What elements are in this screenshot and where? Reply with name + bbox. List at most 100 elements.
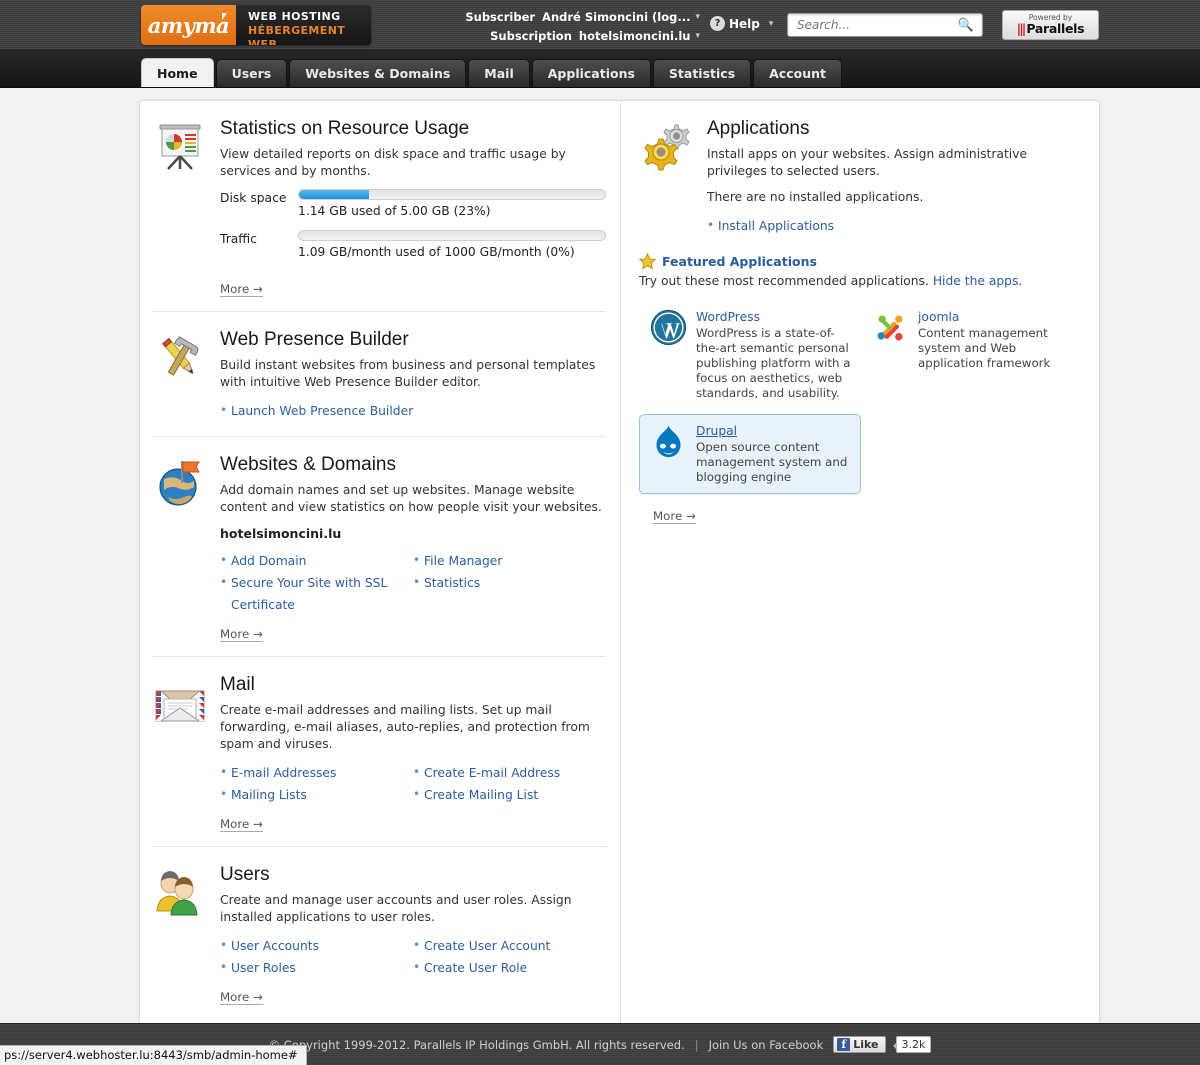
link-secure-site-ssl[interactable]: Secure Your Site with SSL Certificate: [231, 576, 387, 612]
app-card-joomla[interactable]: joomla Content management system and Web…: [861, 300, 1083, 410]
featured-subtitle-text: Try out these most recommended applicati…: [639, 274, 929, 288]
link-launch-web-presence-builder[interactable]: Launch Web Presence Builder: [231, 404, 413, 418]
more-link-mail[interactable]: More →: [220, 817, 263, 832]
app-name: joomla: [918, 309, 1074, 326]
tab-users[interactable]: Users: [215, 59, 288, 87]
list-item: Install Applications: [707, 214, 1085, 237]
more-link-statistics[interactable]: More →: [220, 282, 263, 297]
link-file-manager[interactable]: File Manager: [424, 554, 502, 568]
subscriber-value: André Simoncini (log...: [542, 10, 691, 24]
link-user-roles[interactable]: User Roles: [231, 961, 296, 975]
subscriber-row[interactable]: Subscriber André Simoncini (log... ▾: [420, 8, 700, 27]
applications-links: Install Applications: [707, 214, 1085, 237]
facebook-icon: f: [837, 1038, 851, 1051]
link-create-mailing-list[interactable]: Create Mailing List: [424, 788, 538, 802]
applications-description: Install apps on your websites. Assign ad…: [707, 147, 1028, 178]
link-wordpress[interactable]: WordPress: [696, 310, 760, 324]
app-description: WordPress is a state-of-the-art semantic…: [696, 326, 851, 400]
globe-flag-icon: [152, 453, 216, 642]
app-card-drupal[interactable]: Drupal Open source content management sy…: [639, 414, 861, 494]
account-info: Subscriber André Simoncini (log... ▾ Sub…: [420, 8, 700, 46]
websites-domains-links-col1: Add Domain Secure Your Site with SSL Cer…: [220, 549, 413, 616]
right-column: Applications Install apps on your websit…: [620, 101, 1099, 1029]
disk-space-value: 1.14 GB used of 5.00 GB (23%): [298, 204, 491, 218]
tagline-line1: WEB HOSTING: [248, 10, 341, 23]
app-card-wordpress[interactable]: WordPress WordPress is a state-of-the-ar…: [639, 300, 861, 410]
featured-applications-header: Featured Applications: [639, 253, 1085, 270]
list-item: Mailing Lists: [220, 783, 413, 806]
link-create-user-account[interactable]: Create User Account: [424, 939, 550, 953]
tagline-line2: HÉBERGEMENT WEB: [248, 24, 346, 45]
mail-description: Create e-mail addresses and mailing list…: [220, 703, 590, 751]
parallels-name: ||| Parallels: [1003, 22, 1098, 36]
users-links: User Accounts User Roles Create User Acc…: [220, 934, 606, 979]
hammer-pencil-icon: [152, 328, 216, 422]
parallels-bars-icon: |||: [1016, 21, 1027, 36]
list-item: Launch Web Presence Builder: [220, 399, 606, 422]
websites-domains-links-col2: File Manager Statistics: [413, 549, 606, 616]
link-add-domain[interactable]: Add Domain: [231, 554, 306, 568]
help-menu-button[interactable]: ? Help ▾: [710, 16, 773, 31]
meter-disk-space: Disk space 1.14 GB used of 5.00 GB (23%): [220, 189, 606, 228]
brand-logo[interactable]: amyma WEB HOSTING HÉBERGEMENT WEB: [141, 5, 371, 45]
main-navigation: Home Users Websites & Domains Mail Appli…: [0, 50, 1200, 88]
presentation-chart-icon: [152, 117, 216, 297]
help-label: Help: [729, 16, 760, 31]
web-presence-builder-description: Build instant websites from business and…: [220, 358, 596, 389]
subscription-label: Subscription: [490, 29, 572, 43]
parallels-wordmark: Parallels: [1026, 21, 1085, 36]
mail-links-col1: E-mail Addresses Mailing Lists: [220, 761, 413, 806]
more-link-users[interactable]: More →: [220, 990, 263, 1005]
list-item: User Roles: [220, 956, 413, 979]
web-presence-builder-links: Launch Web Presence Builder: [220, 399, 606, 422]
tab-account[interactable]: Account: [753, 59, 843, 87]
mail-links: E-mail Addresses Mailing Lists Create E-…: [220, 761, 606, 806]
applications-status: There are no installed applications.: [707, 190, 924, 204]
list-item: Statistics: [413, 571, 606, 594]
link-statistics[interactable]: Statistics: [424, 576, 480, 590]
traffic-label: Traffic: [220, 232, 257, 246]
featured-applications-grid: WordPress WordPress is a state-of-the-ar…: [639, 300, 1085, 498]
list-item: Create Mailing List: [413, 783, 606, 806]
mail-body: Mail Create e-mail addresses and mailing…: [216, 673, 606, 832]
link-email-addresses[interactable]: E-mail Addresses: [231, 766, 336, 780]
websites-domains-body: Websites & Domains Add domain names and …: [216, 453, 606, 642]
search-box[interactable]: 🔍: [787, 13, 983, 37]
mail-links-col2: Create E-mail Address Create Mailing Lis…: [413, 761, 606, 806]
tab-statistics[interactable]: Statistics: [652, 59, 752, 87]
page-body: Statistics on Resource Usage View detail…: [0, 88, 1200, 1030]
logo-text: amyma: [147, 12, 230, 38]
search-input[interactable]: [788, 18, 958, 32]
search-icon[interactable]: 🔍: [958, 18, 974, 33]
link-mailing-lists[interactable]: Mailing Lists: [231, 788, 307, 802]
tab-applications[interactable]: Applications: [531, 59, 651, 87]
disk-space-progress-fill: [299, 190, 370, 199]
subscriber-label: Subscriber: [465, 10, 536, 24]
subscription-row[interactable]: Subscription hotelsimoncini.lu ▾: [420, 27, 700, 46]
tab-mail[interactable]: Mail: [468, 59, 530, 87]
link-hide-the-apps[interactable]: Hide the apps.: [933, 274, 1023, 288]
tab-websites-domains[interactable]: Websites & Domains: [289, 59, 467, 87]
link-create-email-address[interactable]: Create E-mail Address: [424, 766, 560, 780]
users-body: Users Create and manage user accounts an…: [216, 863, 606, 1005]
chevron-down-icon[interactable]: ▾: [695, 27, 700, 46]
list-item: Create User Account: [413, 934, 606, 957]
list-item: User Accounts: [220, 934, 413, 957]
facebook-text: Join Us on Facebook: [708, 1037, 824, 1052]
users-links-col2: Create User Account Create User Role: [413, 934, 606, 979]
link-create-user-role[interactable]: Create User Role: [424, 961, 527, 975]
users-description: Create and manage user accounts and user…: [220, 893, 572, 924]
logo-tagline: WEB HOSTING HÉBERGEMENT WEB: [236, 5, 371, 45]
link-joomla[interactable]: joomla: [918, 310, 959, 324]
more-link-websites-domains[interactable]: More →: [220, 627, 263, 642]
disk-space-progress-bar: [298, 189, 606, 200]
link-user-accounts[interactable]: User Accounts: [231, 939, 319, 953]
websites-domains-description: Add domain names and set up websites. Ma…: [220, 483, 602, 514]
link-drupal[interactable]: Drupal: [696, 424, 737, 438]
chevron-down-icon[interactable]: ▾: [695, 8, 700, 27]
list-item: E-mail Addresses: [220, 761, 413, 784]
link-install-applications[interactable]: Install Applications: [718, 219, 834, 233]
facebook-like-button[interactable]: f Like: [833, 1036, 886, 1053]
more-link-featured-applications[interactable]: More →: [653, 509, 696, 524]
tab-home[interactable]: Home: [141, 58, 214, 87]
